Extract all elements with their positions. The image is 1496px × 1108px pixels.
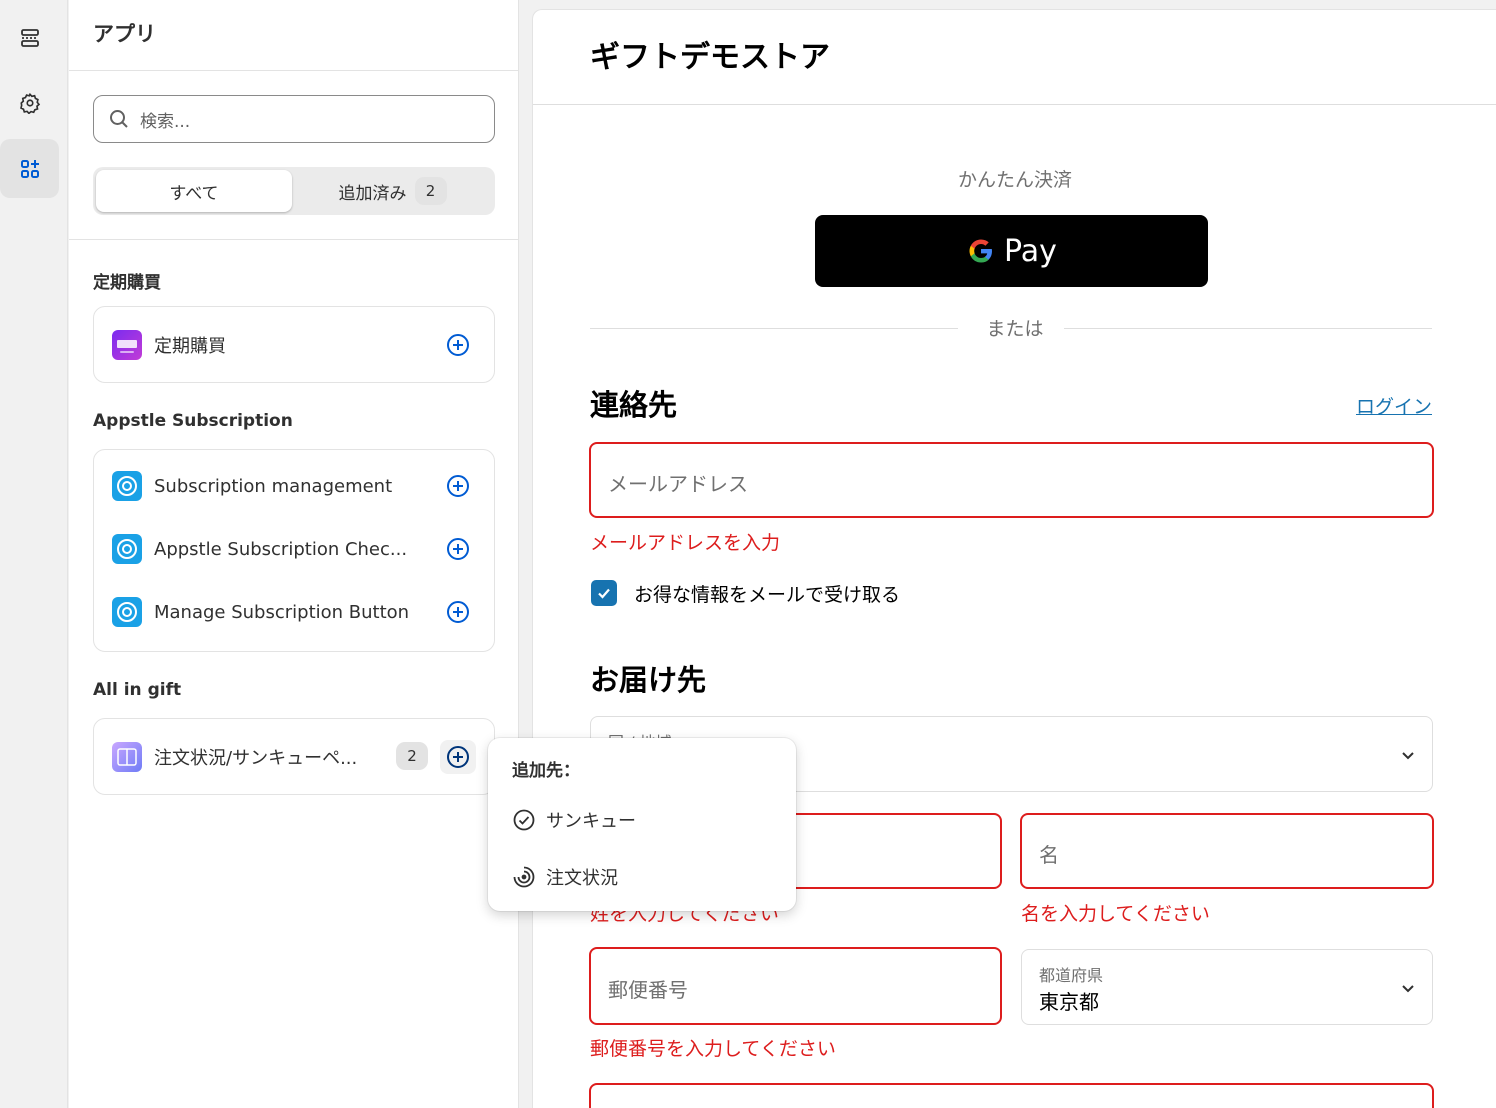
appstle-icon <box>112 471 142 501</box>
divider <box>69 70 519 71</box>
order-status-icon <box>513 866 535 888</box>
first-name-field[interactable]: 名 <box>1020 813 1434 889</box>
group-title: 定期購買 <box>93 273 161 293</box>
app-row[interactable]: Subscription management <box>94 458 494 514</box>
app-label: Manage Subscription Button <box>154 601 410 623</box>
gear-icon <box>19 92 40 114</box>
postal-code-field[interactable]: 郵便番号 <box>589 947 1002 1025</box>
panel-title: アプリ <box>93 22 156 46</box>
first-name-error: 名を入力してください <box>1021 903 1210 925</box>
prefecture-label: 都道府県 <box>1039 966 1104 985</box>
google-g-icon <box>969 239 993 263</box>
add-target-popover: 追加先： サンキュー 注文状況 <box>488 738 796 911</box>
add-app-button[interactable] <box>444 535 472 563</box>
or-label: または <box>986 318 1044 340</box>
search-input[interactable]: 検索... <box>93 95 495 143</box>
tab-added[interactable]: 追加済み 2 <box>293 170 492 212</box>
chevron-down-icon <box>1402 985 1414 993</box>
login-link[interactable]: ログイン <box>1356 392 1432 419</box>
chevron-down-icon <box>1402 752 1414 760</box>
popover-item-thankyou[interactable]: サンキュー <box>512 804 636 836</box>
email-error: メールアドレスを入力 <box>590 532 781 554</box>
add-app-button[interactable] <box>444 472 472 500</box>
apps-icon <box>20 159 39 178</box>
app-label: 注文状況/サンキューペ... <box>154 748 358 769</box>
express-checkout-label: かんたん決済 <box>957 169 1072 191</box>
sections-icon <box>20 28 39 47</box>
prefecture-select[interactable]: 都道府県 東京都 <box>1021 949 1433 1025</box>
divider <box>69 239 519 240</box>
popover-item-label: 注文状況 <box>546 868 618 889</box>
apps-panel: アプリ 検索... すべて 追加済み 2 定期購買 定期購買 Appstle S… <box>69 0 519 1108</box>
check-circle-icon <box>513 809 535 831</box>
delivery-heading: お届け先 <box>590 663 707 697</box>
plus-circle-icon <box>447 601 469 623</box>
app-label: Appstle Subscription Chec... <box>154 538 408 560</box>
postal-code-placeholder: 郵便番号 <box>608 978 688 1002</box>
checkout-preview: ギフトデモストア かんたん決済 Pay または 連絡先 ログイン メールアドレス… <box>532 9 1496 1108</box>
apps-button[interactable] <box>0 139 59 198</box>
newsletter-checkbox[interactable] <box>591 580 617 606</box>
store-header: ギフトデモストア <box>533 10 1496 105</box>
settings-button[interactable] <box>0 73 59 132</box>
postal-code-error: 郵便番号を入力してください <box>590 1038 836 1060</box>
first-name-placeholder: 名 <box>1039 843 1059 867</box>
plus-circle-icon <box>447 475 469 497</box>
email-placeholder: メールアドレス <box>608 472 748 496</box>
add-app-button[interactable] <box>444 598 472 626</box>
plus-circle-icon <box>447 746 469 768</box>
app-row[interactable]: 定期購買 <box>94 317 494 373</box>
contact-heading: 連絡先 <box>590 388 678 422</box>
store-name: ギフトデモストア <box>590 40 830 75</box>
group-title: Appstle Subscription <box>93 411 293 431</box>
subscription-app-icon <box>112 330 142 360</box>
app-group-card: 定期購買 <box>93 306 495 383</box>
filter-tabs: すべて 追加済み 2 <box>93 167 495 215</box>
add-app-button[interactable] <box>440 740 476 774</box>
popover-item-order-status[interactable]: 注文状況 <box>512 861 618 893</box>
app-group-card: 注文状況/サンキューペ... 2 <box>93 718 495 795</box>
newsletter-label: お得な情報をメールで受け取る <box>634 584 901 606</box>
search-placeholder: 検索... <box>140 111 191 132</box>
plus-circle-icon <box>447 334 469 356</box>
address-field[interactable] <box>589 1083 1434 1108</box>
app-row[interactable]: Appstle Subscription Chec... <box>94 521 494 577</box>
tab-added-label: 追加済み <box>338 183 407 204</box>
plus-circle-icon <box>447 538 469 560</box>
all-in-gift-icon <box>112 742 142 772</box>
tab-all[interactable]: すべて <box>96 170 292 212</box>
popover-item-label: サンキュー <box>546 811 636 832</box>
appstle-icon <box>112 597 142 627</box>
checkmark-icon <box>598 588 610 599</box>
app-row[interactable]: Manage Subscription Button <box>94 584 494 640</box>
app-row[interactable]: 注文状況/サンキューペ... 2 <box>94 729 494 785</box>
app-group-card: Subscription management Appstle Subscrip… <box>93 449 495 652</box>
placement-count-badge: 2 <box>396 742 428 770</box>
popover-title: 追加先： <box>512 761 580 781</box>
search-icon <box>110 110 128 128</box>
email-field[interactable]: メールアドレス <box>589 442 1434 518</box>
prefecture-value: 東京都 <box>1039 990 1099 1014</box>
app-rail <box>0 0 68 1108</box>
google-pay-button[interactable]: Pay <box>815 215 1208 287</box>
added-count-badge: 2 <box>414 177 447 205</box>
app-label: Subscription management <box>154 475 393 497</box>
add-app-button[interactable] <box>444 331 472 359</box>
app-label: 定期購買 <box>154 336 226 357</box>
group-title: All in gift <box>93 680 182 700</box>
google-pay-label: Pay <box>1004 233 1057 269</box>
sections-button[interactable] <box>0 8 59 67</box>
appstle-icon <box>112 534 142 564</box>
